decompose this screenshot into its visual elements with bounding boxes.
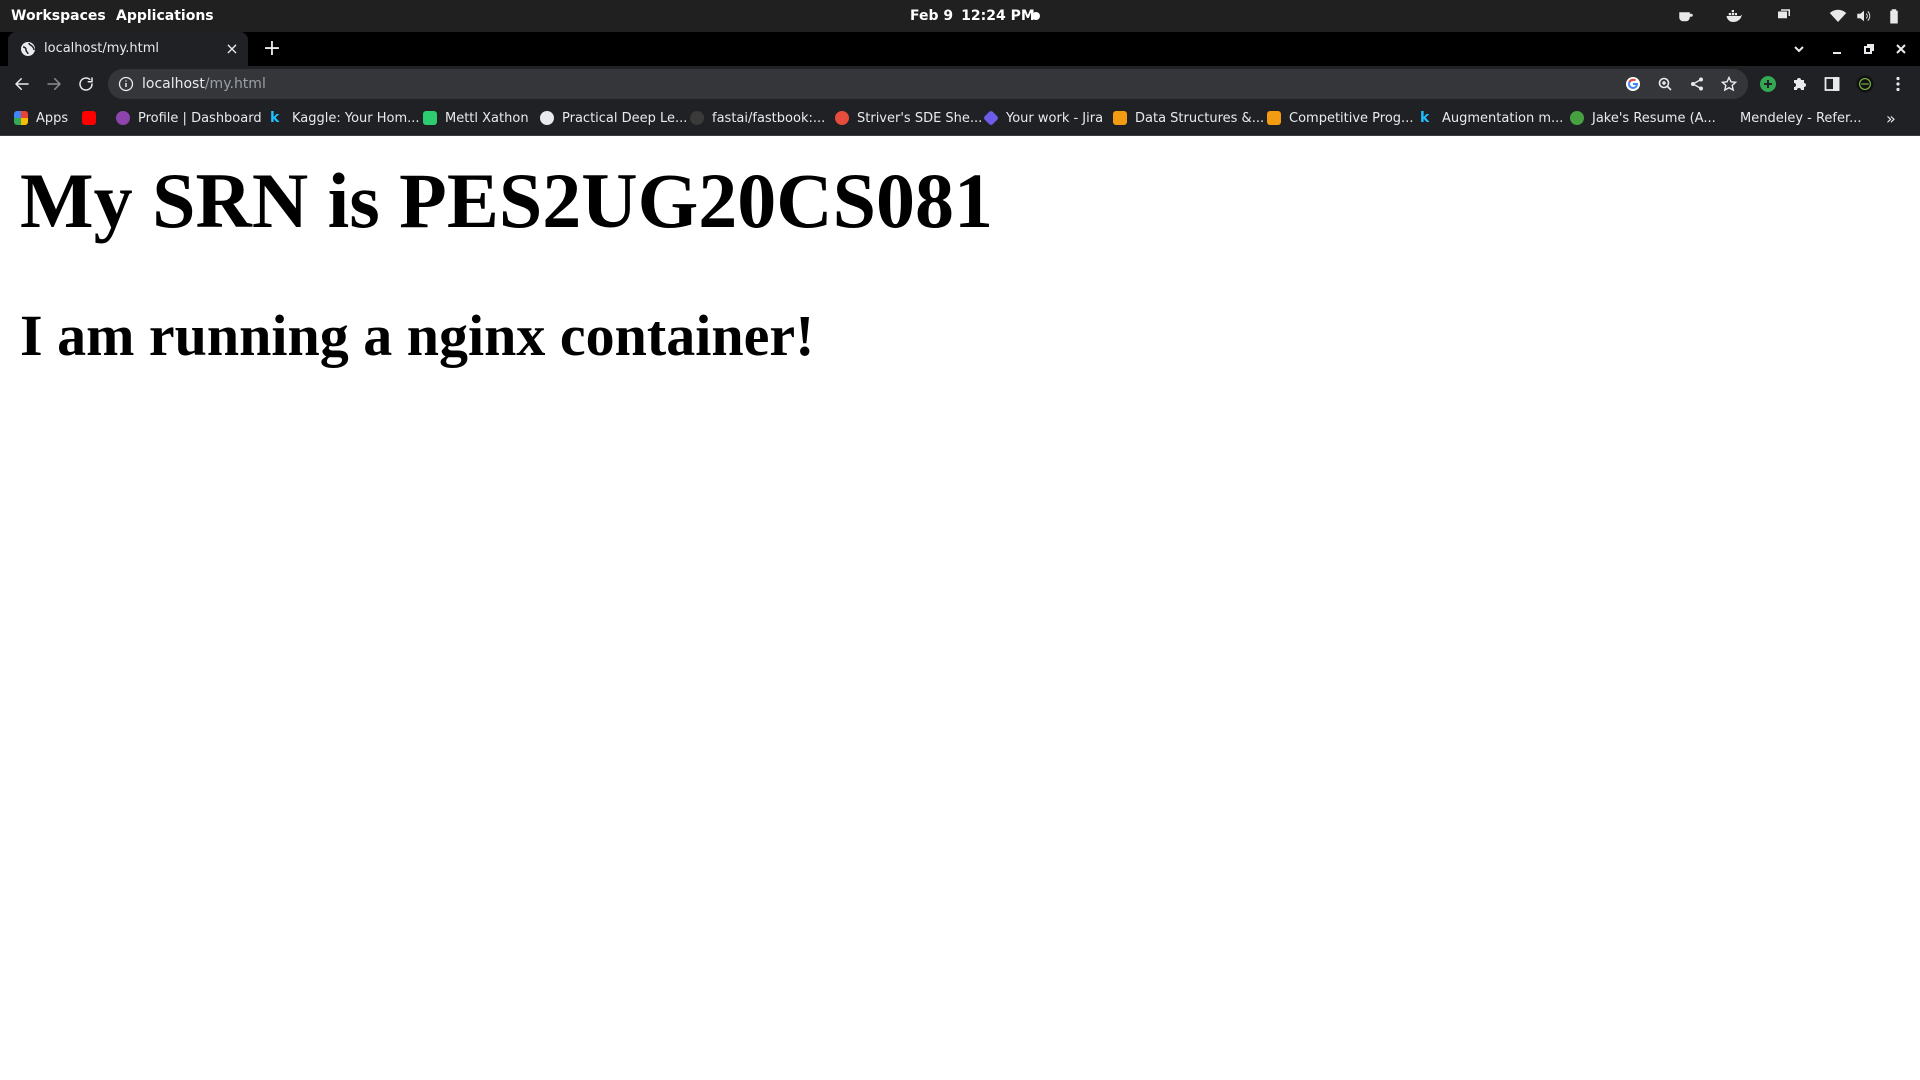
bookmark-practical-deep-learning[interactable]: Practical Deep Le... — [540, 102, 687, 136]
globe-icon — [540, 110, 554, 125]
coffee-icon[interactable] — [1676, 6, 1696, 26]
jira-icon — [983, 109, 999, 126]
bookmark-label: Competitive Prog... — [1289, 111, 1414, 126]
bookmark-label: Data Structures &... — [1135, 111, 1265, 126]
tab-localhost[interactable]: localhost/my.html × — [8, 32, 248, 66]
volume-icon[interactable] — [1854, 6, 1874, 26]
minimize-icon[interactable] — [1826, 38, 1848, 60]
profile-icon — [116, 110, 130, 125]
applications-menu[interactable]: Applications — [116, 0, 214, 32]
back-icon[interactable] — [10, 72, 34, 96]
bookmarks-overflow-button[interactable]: » — [1886, 102, 1896, 136]
bookmark-label: Your work - Jira — [1006, 111, 1104, 126]
bookmark-apps[interactable]: Apps — [14, 102, 68, 136]
bookmark-jira[interactable]: Your work - Jira — [983, 102, 1104, 136]
mendeley-icon — [1718, 110, 1732, 125]
bookmark-label: Kaggle: Your Hom... — [292, 111, 420, 126]
apps-grid-icon — [14, 110, 28, 125]
close-window-icon[interactable] — [1890, 38, 1912, 60]
bookmark-label: Practical Deep Le... — [562, 111, 688, 126]
bookmark-mendeley[interactable]: Mendeley - Refer... — [1718, 102, 1862, 136]
zoom-icon[interactable] — [1655, 74, 1675, 94]
notification-dot — [1032, 12, 1040, 20]
github-icon — [690, 110, 704, 125]
address-bar[interactable]: localhost/my.html — [108, 69, 1748, 99]
restore-icon[interactable] — [1858, 38, 1880, 60]
bookmark-label: Mettl Xathon — [445, 111, 529, 126]
codechef-icon — [1267, 110, 1281, 125]
bookmark-fastbook[interactable]: fastai/fastbook:... — [690, 102, 825, 136]
battery-icon[interactable] — [1884, 6, 1904, 26]
mettl-icon — [423, 110, 437, 125]
bookmark-augmentation[interactable]: k Augmentation m... — [1420, 102, 1563, 136]
wifi-icon[interactable] — [1828, 6, 1848, 26]
workspaces-menu[interactable]: Workspaces — [11, 0, 106, 32]
side-panel-icon[interactable] — [1822, 74, 1842, 94]
nginx-heading: I am running a nginx container! — [20, 303, 815, 368]
bookmark-striver[interactable]: Striver's SDE She... — [835, 102, 982, 136]
clock[interactable]: Feb 9 12:24 PM — [910, 0, 1043, 32]
bookmark-label: Mendeley - Refer... — [1740, 111, 1862, 126]
bookmark-profile-dashboard[interactable]: Profile | Dashboard — [116, 102, 262, 136]
bookmark-label: Profile | Dashboard — [138, 111, 262, 126]
bookmarks-bar: Apps Profile | Dashboard k Kaggle: Your H… — [0, 102, 1920, 136]
star-icon[interactable] — [1719, 74, 1739, 94]
kaggle-icon: k — [1420, 109, 1430, 126]
puzzle-icon[interactable] — [1790, 74, 1810, 94]
bookmark-label: fastai/fastbook:... — [712, 111, 826, 126]
forward-icon[interactable] — [42, 72, 66, 96]
bookmark-competitive-programming[interactable]: Competitive Prog... — [1267, 102, 1413, 136]
extension-plus-icon[interactable] — [1758, 74, 1778, 94]
profile-avatar-icon[interactable] — [1855, 74, 1875, 94]
tuf-icon — [835, 110, 849, 125]
bookmark-label: Augmentation m... — [1442, 111, 1564, 126]
url-host: localhost — [142, 76, 205, 92]
kaggle-icon: k — [270, 109, 280, 126]
docker-icon[interactable] — [1724, 6, 1744, 26]
bookmark-youtube[interactable] — [82, 102, 104, 136]
url-path: /my.html — [204, 76, 266, 92]
kebab-menu-icon[interactable] — [1888, 74, 1908, 94]
page-content: My SRN is PES2UG20CS081 I am running a n… — [0, 136, 1920, 1080]
tab-title: localhost/my.html — [44, 41, 159, 56]
share-icon[interactable] — [1687, 74, 1707, 94]
bookmark-jakes-resume[interactable]: Jake's Resume (A... — [1570, 102, 1716, 136]
bookmark-kaggle[interactable]: k Kaggle: Your Hom... — [270, 102, 420, 136]
url-text[interactable]: localhost/my.html — [142, 69, 266, 99]
overleaf-icon — [1570, 110, 1584, 125]
tab-search-icon[interactable] — [1788, 38, 1810, 60]
clock-date: Feb 9 — [910, 8, 954, 24]
reload-icon[interactable] — [74, 72, 98, 96]
bookmark-label: Jake's Resume (A... — [1592, 111, 1716, 126]
system-top-bar: Workspaces Applications Feb 9 12:24 PM — [0, 0, 1920, 32]
clock-time: 12:24 PM — [961, 8, 1035, 24]
info-icon[interactable] — [118, 76, 134, 92]
youtube-icon — [82, 110, 96, 125]
globe-icon — [21, 42, 35, 56]
new-tab-button[interactable]: + — [260, 37, 284, 61]
bookmark-label: Apps — [36, 111, 69, 126]
tab-strip: localhost/my.html × + — [0, 32, 1920, 66]
browser-toolbar: localhost/my.html — [0, 66, 1920, 102]
codechef-icon — [1113, 110, 1127, 125]
screens-icon[interactable] — [1774, 6, 1794, 26]
tab-close-icon[interactable]: × — [224, 41, 240, 57]
bookmark-mettl[interactable]: Mettl Xathon — [423, 102, 529, 136]
bookmark-data-structures[interactable]: Data Structures &... — [1113, 102, 1264, 136]
srn-heading: My SRN is PES2UG20CS081 — [20, 157, 993, 244]
google-lens-icon[interactable] — [1623, 74, 1643, 94]
bookmark-label: Striver's SDE She... — [857, 111, 983, 126]
